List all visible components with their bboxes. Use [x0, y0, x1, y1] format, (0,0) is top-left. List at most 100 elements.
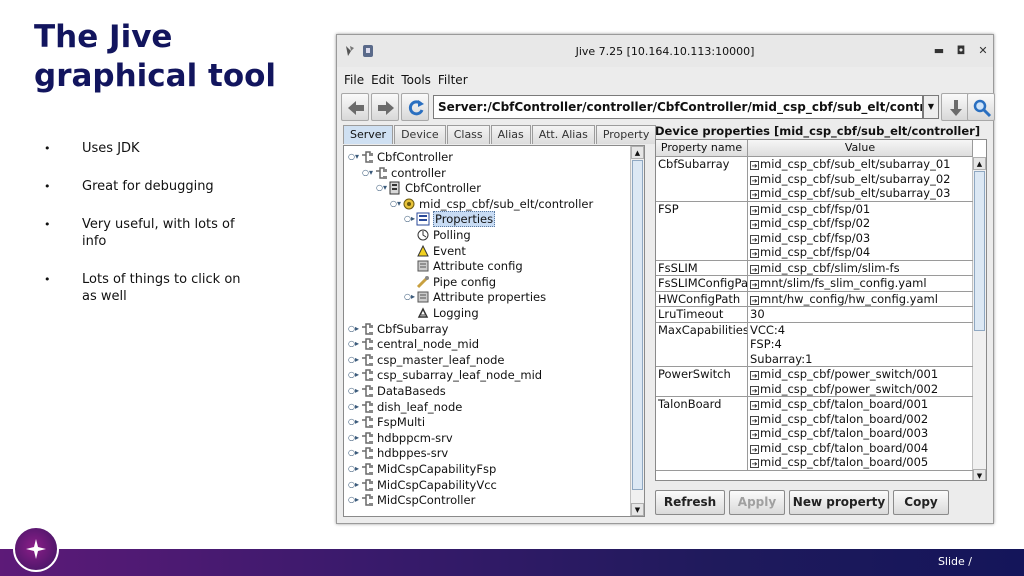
expand-toggle-icon[interactable]: ○▸ [348, 383, 360, 399]
tree-scroll-thumb[interactable] [632, 160, 643, 490]
tree-node[interactable]: ○▸ FspMulti [348, 414, 425, 430]
property-value-cell[interactable]: ➔ mnt/hw_config/hw_config.yaml [748, 292, 973, 307]
property-name-cell[interactable]: FsSLIM [656, 260, 748, 276]
property-name-cell[interactable]: PowerSwitch [656, 367, 748, 397]
property-value-cell[interactable]: ➔ mid_csp_cbf/slim/slim-fs [748, 261, 973, 276]
tree-node-label[interactable]: Attribute properties [433, 290, 546, 304]
scroll-down-icon[interactable]: ▼ [973, 469, 986, 480]
expand-toggle-icon[interactable]: ○▸ [348, 477, 360, 493]
address-field[interactable]: Server:/CbfController/controller/CbfCont… [433, 95, 923, 119]
maximize-icon[interactable]: ◘ [953, 43, 969, 59]
tree-node[interactable]: Polling [404, 227, 471, 243]
tree-node[interactable]: ○▾ mid_csp_cbf/sub_elt/controller [390, 196, 593, 212]
collapse-toggle-icon[interactable]: ○▾ [390, 196, 402, 212]
refresh-button[interactable]: Refresh [655, 490, 725, 515]
tree-node-label[interactable]: dish_leaf_node [377, 400, 462, 414]
link-arrow-icon[interactable]: ➔ [750, 430, 759, 439]
tree-node-label[interactable]: CbfSubarray [377, 322, 448, 336]
tree-node[interactable]: ○▾ CbfController [348, 149, 453, 165]
tree-node[interactable]: ○▸ csp_subarray_leaf_node_mid [348, 367, 542, 383]
property-value-cell[interactable]: ➔ mid_csp_cbf/fsp/01 ➔ mid_csp_cbf/fsp/02 ➔ m… [748, 202, 973, 261]
expand-toggle-icon[interactable]: ○▸ [348, 492, 360, 508]
collapse-toggle-icon[interactable]: ○▾ [362, 165, 374, 181]
tree-node[interactable]: ○▸ MidCspCapabilityFsp [348, 461, 496, 477]
tree-node-label[interactable]: Logging [433, 306, 479, 320]
properties-scroll-thumb[interactable] [974, 171, 985, 331]
property-name-cell[interactable]: FSP [656, 201, 748, 261]
link-arrow-icon[interactable]: ➔ [750, 280, 759, 289]
property-value-cell[interactable]: ➔ mid_csp_cbf/talon_board/001 ➔ mid_csp_cbf… [748, 397, 973, 471]
link-arrow-icon[interactable]: ➔ [750, 190, 759, 199]
tree-node[interactable]: ○▸ MidCspController [348, 492, 475, 508]
tree-node[interactable]: ○▸ hdbppes-srv [348, 445, 448, 461]
collapse-toggle-icon[interactable]: ○▾ [376, 180, 388, 196]
scroll-up-icon[interactable]: ▲ [631, 146, 644, 159]
menu-tools[interactable]: Tools [401, 69, 431, 91]
link-arrow-icon[interactable]: ➔ [750, 234, 759, 244]
link-arrow-icon[interactable]: ➔ [750, 371, 759, 380]
expand-toggle-icon[interactable]: ○▸ [348, 445, 360, 461]
tree-node-label[interactable]: csp_master_leaf_node [377, 353, 504, 367]
property-name-cell[interactable]: FsSLIMConfigPath [656, 276, 748, 292]
link-arrow-icon[interactable]: ➔ [750, 401, 759, 410]
expand-toggle-icon[interactable]: ○▸ [348, 352, 360, 368]
go-down-button[interactable] [941, 93, 969, 121]
tree-node[interactable]: ○▸ hdbppcm-srv [348, 430, 453, 446]
tab-device[interactable]: Device [394, 125, 446, 144]
property-value-cell[interactable]: ➔ mid_csp_cbf/power_switch/001 ➔ mid_csp_cb… [748, 367, 973, 397]
menu-edit[interactable]: Edit [371, 69, 394, 91]
tree-node[interactable]: ○▾ controller [362, 165, 446, 181]
tree-node-label[interactable]: controller [391, 166, 446, 180]
link-arrow-icon[interactable]: ➔ [750, 249, 759, 258]
link-arrow-icon[interactable]: ➔ [750, 264, 759, 274]
tree-node-label[interactable]: Attribute config [433, 259, 523, 273]
expand-toggle-icon[interactable]: ○▸ [348, 336, 360, 352]
tree-node[interactable]: ○▾ CbfController [376, 180, 481, 196]
expand-toggle-icon[interactable]: ○▸ [348, 430, 360, 446]
tree-node[interactable]: Logging [404, 305, 479, 321]
link-arrow-icon[interactable]: ➔ [750, 205, 759, 215]
link-arrow-icon[interactable]: ➔ [750, 459, 759, 468]
tree-node-label[interactable]: central_node_mid [377, 337, 479, 351]
tree-node-label[interactable]: mid_csp_cbf/sub_elt/controller [419, 197, 593, 211]
expand-toggle-icon[interactable]: ○▸ [348, 321, 360, 337]
tree-node-label[interactable]: Pipe config [433, 275, 496, 289]
column-header-property-name[interactable]: Property name [656, 140, 748, 157]
property-name-cell[interactable]: LruTimeout [656, 307, 748, 323]
apply-button[interactable]: Apply [729, 490, 785, 515]
link-arrow-icon[interactable]: ➔ [750, 295, 759, 305]
tree-node[interactable]: Pipe config [404, 274, 496, 290]
column-header-value[interactable]: Value [748, 140, 973, 157]
refresh-tree-button[interactable] [401, 93, 429, 121]
minimize-icon[interactable]: ▬ [931, 43, 947, 59]
tree-node-label[interactable]: FspMulti [377, 415, 425, 429]
scroll-down-icon[interactable]: ▼ [631, 503, 644, 516]
tree-scrollbar[interactable]: ▲ ▼ [630, 146, 644, 516]
link-arrow-icon[interactable]: ➔ [750, 175, 759, 185]
new-property-button[interactable]: New property [789, 490, 889, 515]
tree-node-label[interactable]: MidCspCapabilityVcc [377, 478, 497, 492]
menu-filter[interactable]: Filter [438, 69, 468, 91]
property-value-cell[interactable]: VCC:4 FSP:4 Subarray:1 [748, 323, 973, 367]
property-value-cell[interactable]: 30 [748, 307, 973, 323]
properties-scrollbar[interactable]: ▲ ▼ [972, 157, 986, 480]
menu-file[interactable]: File [344, 69, 364, 91]
tree-node-label[interactable]: Properties [433, 211, 496, 228]
expand-toggle-icon[interactable]: ○▸ [348, 399, 360, 415]
tree-node[interactable]: ○▸ central_node_mid [348, 336, 479, 352]
tab-server[interactable]: Server [343, 125, 394, 144]
tab-alias[interactable]: Alias [490, 125, 531, 144]
tree-node-label[interactable]: DataBaseds [377, 384, 446, 398]
property-name-cell[interactable]: CbfSubarray [656, 157, 748, 202]
tree-node-label[interactable]: MidCspCapabilityFsp [377, 462, 496, 476]
link-arrow-icon[interactable]: ➔ [750, 444, 759, 454]
scroll-up-icon[interactable]: ▲ [973, 157, 986, 170]
tree-node[interactable]: ○▸ Properties [404, 211, 496, 228]
property-name-cell[interactable]: MaxCapabilities [656, 322, 748, 367]
link-arrow-icon[interactable]: ➔ [750, 415, 759, 425]
expand-toggle-icon[interactable]: ○▸ [404, 289, 416, 305]
address-dropdown-icon[interactable]: ▼ [923, 95, 939, 119]
tree-node[interactable]: Event [404, 243, 466, 259]
tree-node[interactable]: ○▸ DataBaseds [348, 383, 446, 399]
link-arrow-icon[interactable]: ➔ [750, 220, 759, 229]
